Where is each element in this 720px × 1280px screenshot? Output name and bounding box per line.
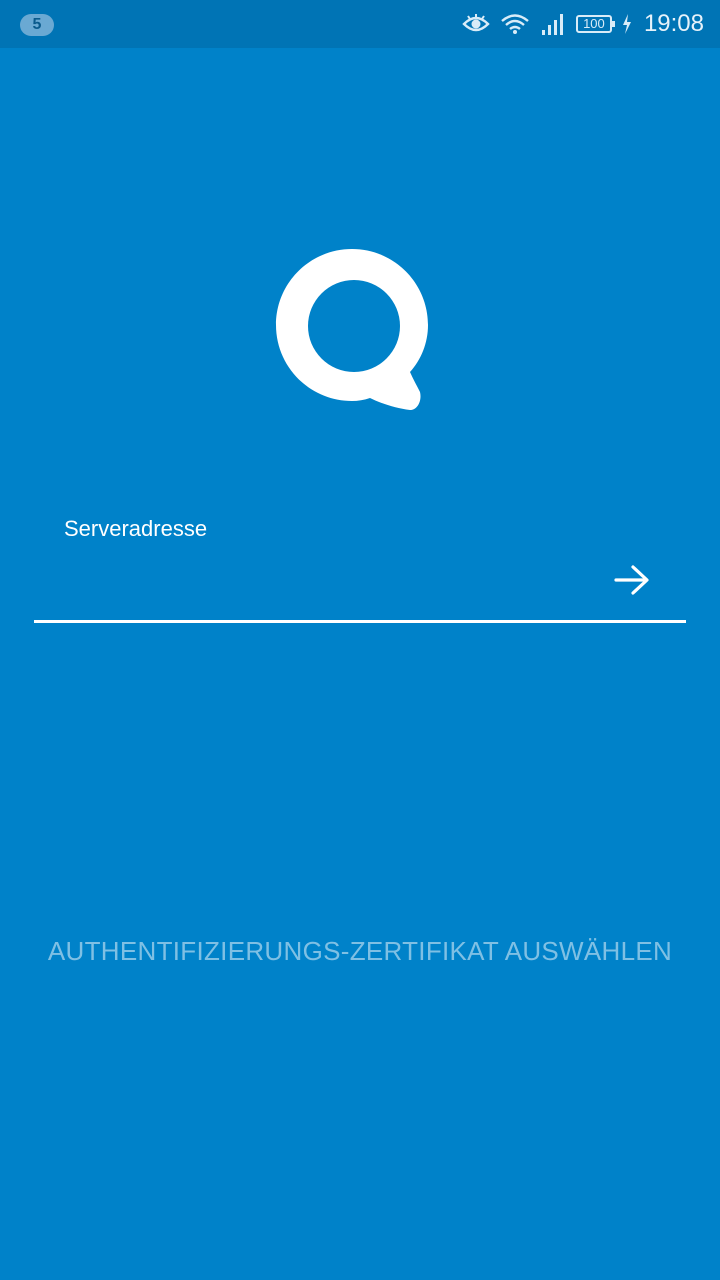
status-time: 19:08 [643, 10, 704, 37]
battery-icon: 100 [575, 15, 615, 33]
status-bar: 5 100 19:08 [0, 0, 720, 48]
connect-button[interactable] [606, 556, 658, 608]
wifi-icon [500, 13, 530, 35]
nextcloud-talk-logo [270, 240, 450, 420]
status-icons: 100 19:08 [462, 0, 704, 48]
eye-comfort-icon [462, 14, 490, 34]
select-certificate-button[interactable]: AUTHENTIFIZIERUNGS-ZERTIFIKAT AUSWÄHLEN [0, 936, 720, 967]
notification-count-badge: 5 [20, 14, 54, 36]
server-input-underline [34, 620, 686, 623]
server-address-label: Serveradresse [64, 516, 208, 541]
charging-icon [622, 14, 632, 34]
signal-icon [540, 12, 566, 36]
server-address-input[interactable] [36, 556, 600, 608]
arrow-right-icon [614, 564, 650, 601]
